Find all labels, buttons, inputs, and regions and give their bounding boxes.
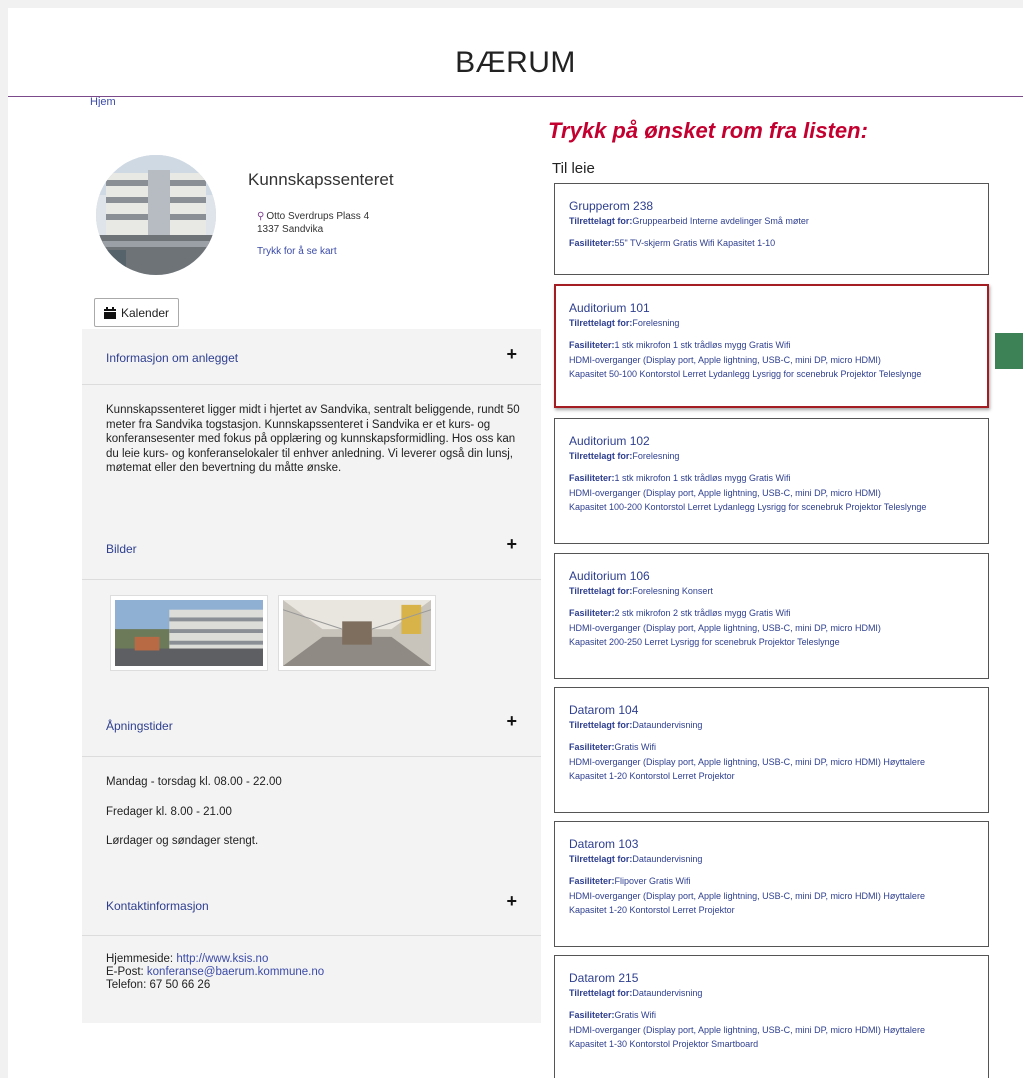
room-adapted-for: Tilrettelagt for:Dataundervisning xyxy=(569,854,703,864)
venue-photo xyxy=(96,155,216,275)
contact-info: Hjemmeside: http://www.ksis.no E-Post: k… xyxy=(106,953,526,992)
email-link[interactable]: konferanse@baerum.kommune.no xyxy=(147,966,324,978)
section-divider xyxy=(82,935,541,936)
section-contact-expand-icon[interactable]: + xyxy=(506,891,517,912)
section-hours-title[interactable]: Åpningstider xyxy=(106,719,173,733)
room-adapted-for: Tilrettelagt for:Forelesning xyxy=(569,318,680,328)
header-divider xyxy=(8,96,1023,97)
room-name: Auditorium 102 xyxy=(569,434,650,448)
room-name: Grupperom 238 xyxy=(569,199,654,213)
room-name: Datarom 103 xyxy=(569,837,639,851)
room-adapted-for: Tilrettelagt for:Forelesning xyxy=(569,451,680,461)
room-card-auditorium-102[interactable]: Auditorium 102 Tilrettelagt for:Forelesn… xyxy=(554,418,989,544)
calendar-button[interactable]: Kalender xyxy=(94,298,180,327)
email-label: E-Post: xyxy=(106,966,147,978)
section-info-text: Kunnskapssenteret ligger midt i hjertet … xyxy=(106,404,520,474)
room-facilities: Fasiliteter:Gratis Wifi HDMI-overganger (… xyxy=(569,1010,925,1049)
venue-name: Kunnskapssenteret xyxy=(248,170,394,189)
instruction-heading: Trykk på ønsket rom fra listen: xyxy=(548,118,868,143)
hours-line: Lørdager og søndager stengt. xyxy=(106,835,259,847)
calendar-button-label: Kalender xyxy=(121,305,170,320)
for-rent-heading: Til leie xyxy=(552,160,595,177)
room-facilities: Fasiliteter:Flipover Gratis Wifi HDMI-ove… xyxy=(569,876,925,915)
room-adapted-for: Tilrettelagt for:Gruppearbeid Interne av… xyxy=(569,216,809,226)
hours-line: Mandag - torsdag kl. 08.00 - 22.00 xyxy=(106,776,282,788)
section-hours-expand-icon[interactable]: + xyxy=(506,711,517,732)
calendar-icon xyxy=(104,306,116,319)
section-divider xyxy=(82,579,541,580)
section-images-title[interactable]: Bilder xyxy=(106,542,137,556)
side-tab[interactable] xyxy=(995,333,1023,369)
room-facilities: Fasiliteter:1 stk mikrofon 1 stk trådløs… xyxy=(569,340,922,379)
room-facilities: Fasiliteter:Gratis Wifi HDMI-overganger (… xyxy=(569,742,925,781)
room-name: Datarom 104 xyxy=(569,703,639,717)
room-card-grupperom-238[interactable]: Grupperom 238 Tilrettelagt for:Gruppearb… xyxy=(554,183,989,275)
map-pin-icon: ⚲ xyxy=(257,211,265,222)
section-contact-title[interactable]: Kontaktinformasjon xyxy=(106,899,209,913)
address-line1: Otto Sverdrups Plass 4 xyxy=(266,211,370,222)
section-divider xyxy=(82,384,541,385)
venue-info-panel: Informasjon om anlegget + Kunnskapssente… xyxy=(82,329,541,1023)
section-info-expand-icon[interactable]: + xyxy=(506,344,517,365)
section-info-title[interactable]: Informasjon om anlegget xyxy=(106,351,238,365)
venue-image-thumbnail-1[interactable] xyxy=(110,595,268,671)
site-title: BÆRUM xyxy=(455,46,576,79)
room-card-datarom-103[interactable]: Datarom 103 Tilrettelagt for:Dataundervi… xyxy=(554,821,989,947)
room-facilities: Fasiliteter:2 stk mikrofon 2 stk trådløs… xyxy=(569,608,881,647)
room-adapted-for: Tilrettelagt for:Forelesning Konsert xyxy=(569,586,713,596)
section-divider xyxy=(82,756,541,757)
home-link[interactable]: Hjem xyxy=(90,97,116,107)
website-label: Hjemmeside: xyxy=(106,953,177,965)
map-link[interactable]: Trykk for å se kart xyxy=(257,246,337,257)
opening-hours: Mandag - torsdag kl. 08.00 - 22.00 Freda… xyxy=(106,775,526,864)
room-adapted-for: Tilrettelagt for:Dataundervisning xyxy=(569,720,703,730)
venue-image-thumbnail-2[interactable] xyxy=(278,595,436,671)
section-images-expand-icon[interactable]: + xyxy=(506,534,517,555)
hours-line: Fredager kl. 8.00 - 21.00 xyxy=(106,805,232,818)
room-facilities: Fasiliteter:1 stk mikrofon 1 stk trådløs… xyxy=(569,473,927,512)
room-adapted-for: Tilrettelagt for:Dataundervisning xyxy=(569,988,703,998)
page: BÆRUM Hjem Kunnskapssenteret ⚲ Otto Sverd… xyxy=(8,8,1023,1078)
room-name: Auditorium 106 xyxy=(569,569,650,583)
room-card-datarom-104[interactable]: Datarom 104 Tilrettelagt for:Dataundervi… xyxy=(554,687,989,813)
room-name: Auditorium 101 xyxy=(569,301,650,315)
room-card-auditorium-106[interactable]: Auditorium 106 Tilrettelagt for:Forelesn… xyxy=(554,553,989,679)
venue-address: ⚲ Otto Sverdrups Plass 4 1337 Sandvika xyxy=(257,210,369,236)
website-link[interactable]: http://www.ksis.no xyxy=(176,953,268,965)
room-name: Datarom 215 xyxy=(569,971,639,985)
phone: Telefon: 67 50 66 26 xyxy=(106,979,211,991)
room-card-auditorium-101[interactable]: Auditorium 101 Tilrettelagt for:Forelesn… xyxy=(554,284,989,408)
room-facilities: Fasiliteter:55" TV-skjerm Gratis Wifi Ka… xyxy=(569,238,776,248)
room-card-datarom-215[interactable]: Datarom 215 Tilrettelagt for:Dataundervi… xyxy=(554,955,989,1078)
address-line2: 1337 Sandvika xyxy=(257,224,324,235)
